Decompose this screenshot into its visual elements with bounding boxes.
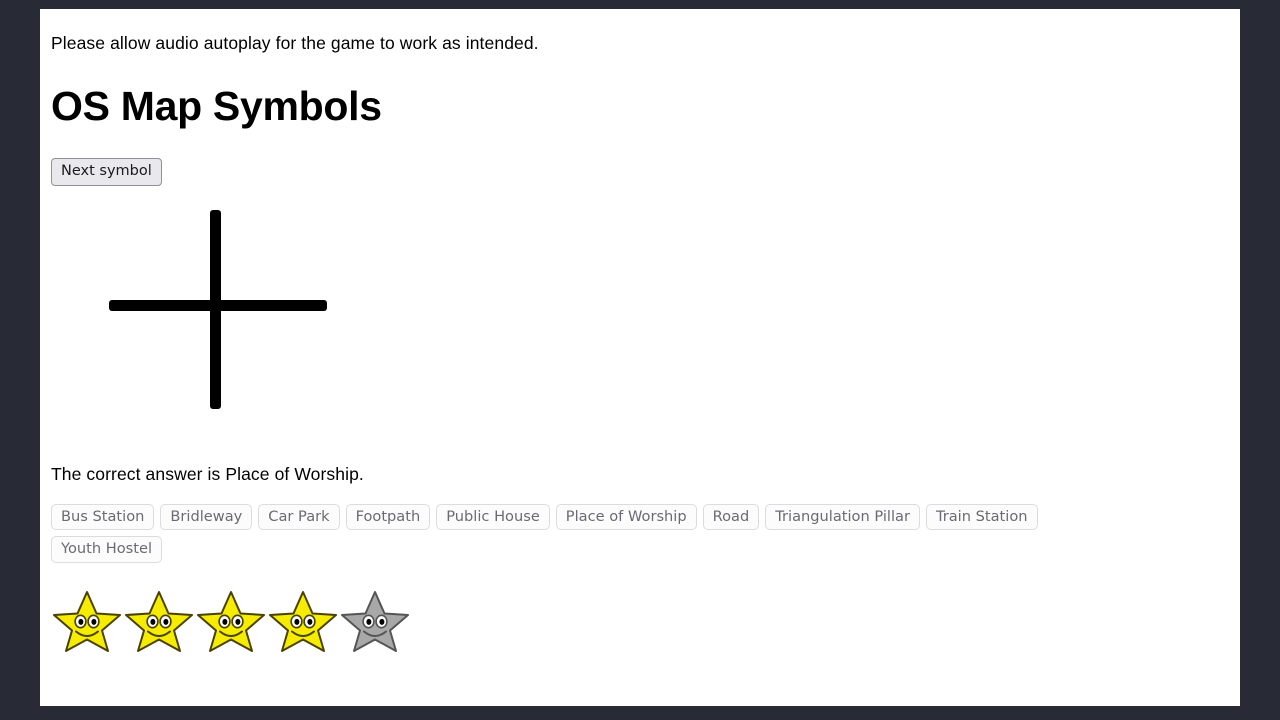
choice-footpath[interactable]: Footpath <box>345 503 431 531</box>
correct-answer-text: The correct answer is Place of Worship. <box>51 463 364 484</box>
score-stars <box>51 588 1229 654</box>
choice-bridleway[interactable]: Bridleway <box>160 503 253 531</box>
page-content: Please allow audio autoplay for the game… <box>51 9 1229 654</box>
next-symbol-button[interactable]: Next symbol <box>51 158 162 186</box>
star-icon <box>339 588 411 654</box>
choice-bus-station[interactable]: Bus Station <box>51 503 155 531</box>
choice-car-park[interactable]: Car Park <box>258 503 340 531</box>
place-of-worship-cross-icon <box>109 209 327 409</box>
symbol-stage <box>51 205 1229 449</box>
star-icon <box>267 588 339 654</box>
audio-autoplay-notice: Please allow audio autoplay for the game… <box>51 33 539 53</box>
star-icon <box>195 588 267 654</box>
page-title: OS Map Symbols <box>51 83 382 129</box>
game-page: Please allow audio autoplay for the game… <box>40 9 1240 706</box>
choice-triangulation-pillar[interactable]: Triangulation Pillar <box>765 503 920 531</box>
star-icon <box>51 588 123 654</box>
star-icon <box>123 588 195 654</box>
choice-public-house[interactable]: Public House <box>436 503 550 531</box>
choice-place-of-worship[interactable]: Place of Worship <box>555 503 697 531</box>
choice-train-station[interactable]: Train Station <box>925 503 1038 531</box>
choice-youth-hostel[interactable]: Youth Hostel <box>51 536 163 563</box>
choice-road[interactable]: Road <box>702 503 760 531</box>
answer-choices: Bus Station Bridleway Car Park Footpath … <box>51 503 1141 563</box>
